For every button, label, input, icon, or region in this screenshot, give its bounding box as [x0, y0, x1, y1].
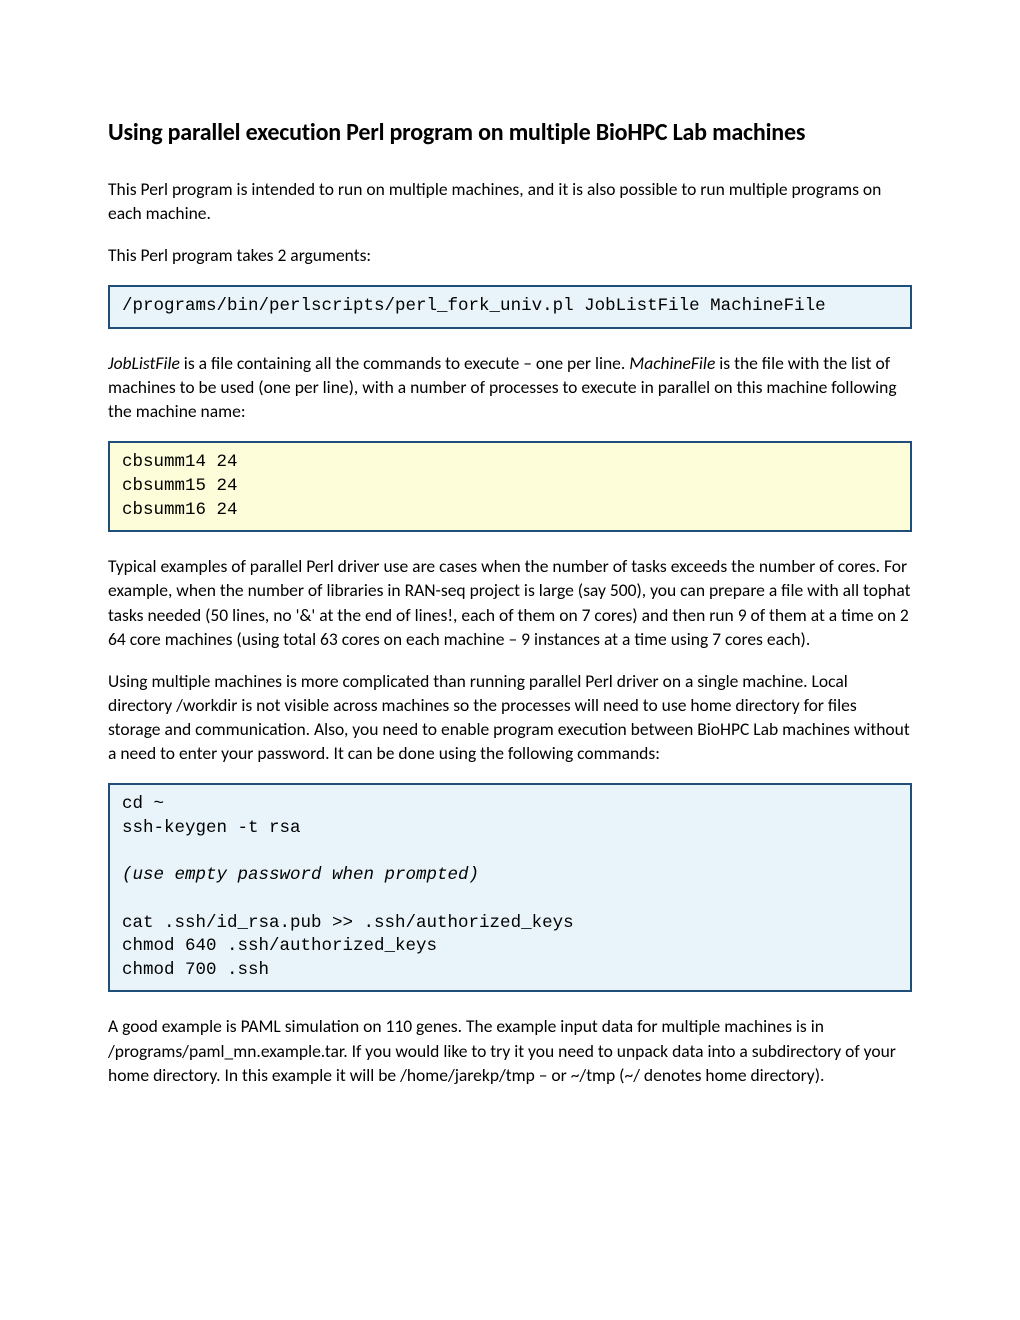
text-joblist-desc: is a file containing all the commands to… [180, 352, 629, 374]
code-block-machines: cbsumm14 24 cbsumm15 24 cbsumm16 24 [108, 441, 912, 532]
code-ssh-note: (use empty password when prompted) [122, 865, 479, 885]
code-block-command: /programs/bin/perlscripts/perl_fork_univ… [108, 285, 912, 329]
code-ssh-part2: cat .ssh/id_rsa.pub >> .ssh/authorized_k… [122, 913, 574, 980]
page-title: Using parallel execution Perl program on… [108, 118, 912, 147]
paragraph-joblist: JobListFile is a file containing all the… [108, 351, 912, 423]
paragraph-paml-example: A good example is PAML simulation on 110… [108, 1014, 912, 1086]
paragraph-multi-machine: Using multiple machines is more complica… [108, 669, 912, 766]
code-block-ssh: cd ~ ssh-keygen -t rsa (use empty passwo… [108, 783, 912, 992]
paragraph-intro-2: This Perl program takes 2 arguments: [108, 243, 912, 267]
code-ssh-part1: cd ~ ssh-keygen -t rsa [122, 794, 301, 838]
paragraph-examples: Typical examples of parallel Perl driver… [108, 554, 912, 651]
paragraph-intro-1: This Perl program is intended to run on … [108, 177, 912, 225]
term-joblistfile: JobListFile [108, 352, 180, 374]
term-machinefile: MachineFile [629, 352, 715, 374]
